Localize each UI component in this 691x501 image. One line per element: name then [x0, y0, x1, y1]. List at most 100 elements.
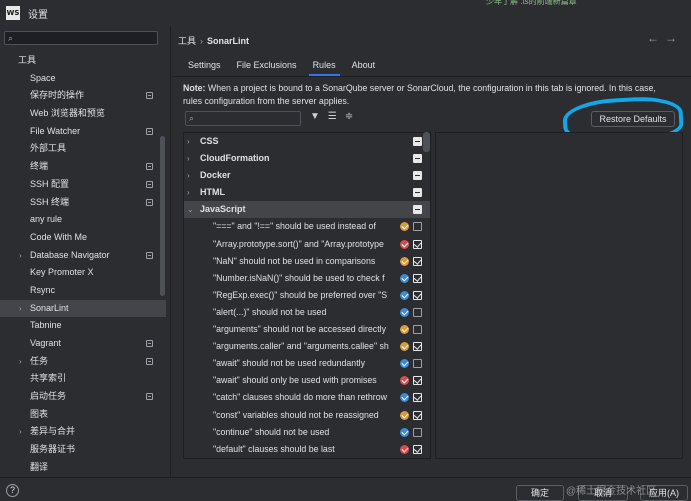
rule-row[interactable]: "RegExp.exec()" should be preferred over…	[184, 287, 430, 304]
rule-group-row[interactable]: ⌄ JavaScript	[184, 201, 430, 219]
rule-enabled-checkbox[interactable]	[413, 359, 422, 369]
tab-file-exclusions[interactable]: File Exclusions	[229, 54, 305, 76]
rule-label: "await" should only be used with promise…	[213, 375, 377, 386]
sidebar-item[interactable]: Code With Me	[0, 229, 166, 247]
help-icon[interactable]: ?	[6, 484, 19, 497]
group-partial-checkbox[interactable]	[413, 188, 422, 198]
sidebar-item[interactable]: Rsync	[0, 282, 166, 300]
rule-enabled-checkbox[interactable]	[413, 307, 422, 317]
chevron-right-icon[interactable]: ›	[187, 133, 190, 150]
chevron-right-icon[interactable]: ›	[19, 300, 22, 318]
rule-group-row[interactable]: › HTML	[184, 184, 430, 201]
sidebar-item[interactable]: File Watcher	[0, 123, 166, 141]
sidebar-item[interactable]: Web 浏览器和预览	[0, 105, 166, 123]
chevron-right-icon[interactable]: ›	[187, 167, 190, 184]
expand-all-icon[interactable]: ☰	[328, 111, 337, 122]
rule-group-row[interactable]: › CSS	[184, 133, 430, 150]
chevron-right-icon[interactable]: ›	[19, 423, 22, 441]
sidebar-item[interactable]: › 差异与合并	[0, 423, 166, 441]
sidebar-item[interactable]: SSH 配置	[0, 176, 166, 194]
sidebar-item-label: Rsync	[30, 284, 56, 295]
sidebar-item[interactable]: SSH 终端	[0, 194, 166, 212]
chevron-right-icon[interactable]: ›	[187, 150, 190, 167]
group-partial-checkbox[interactable]	[413, 154, 422, 164]
rule-enabled-checkbox[interactable]	[413, 256, 422, 266]
rule-row[interactable]: "await" should not be used redundantly	[184, 355, 430, 372]
rule-enabled-checkbox[interactable]	[413, 222, 422, 232]
sidebar-item[interactable]: Tabnine	[0, 317, 166, 335]
rule-group-row[interactable]: › CloudFormation	[184, 150, 430, 167]
sidebar-item-label: 工具	[18, 55, 37, 65]
rule-row[interactable]: "await" should only be used with promise…	[184, 372, 430, 389]
rule-enabled-checkbox[interactable]	[413, 410, 422, 420]
rule-enabled-checkbox[interactable]	[413, 290, 422, 300]
collapse-all-icon[interactable]: ≑	[345, 111, 353, 122]
chevron-right-icon[interactable]: ›	[187, 184, 190, 201]
rule-enabled-checkbox[interactable]	[413, 342, 422, 352]
group-partial-checkbox[interactable]	[413, 205, 422, 215]
rule-enabled-checkbox[interactable]	[413, 239, 422, 249]
rules-toolbar: ▼ ☰ ≑	[310, 111, 353, 122]
breadcrumb-separator: ›	[200, 36, 204, 46]
group-partial-checkbox[interactable]	[413, 137, 422, 146]
rule-enabled-checkbox[interactable]	[413, 444, 422, 454]
rule-row[interactable]: "Array.prototype.sort()" and "Array.prot…	[184, 236, 430, 253]
rule-row[interactable]: "===" and "!==" should be used instead o…	[184, 218, 430, 235]
sidebar-item[interactable]: 服务器证书	[0, 441, 166, 459]
sidebar-item[interactable]: 工具	[0, 52, 166, 70]
sidebar-item[interactable]: 启动任务	[0, 388, 166, 406]
sidebar-item-label: SSH 配置	[30, 178, 70, 189]
filter-icon[interactable]: ▼	[310, 111, 320, 122]
rule-row[interactable]: "NaN" should not be used in comparisons	[184, 253, 430, 270]
sidebar-item[interactable]: 共享索引	[0, 370, 166, 388]
sidebar-item[interactable]: 终端	[0, 158, 166, 176]
chevron-right-icon[interactable]: ›	[19, 353, 22, 371]
rule-row[interactable]: "arguments" should not be accessed direc…	[184, 321, 430, 338]
back-arrow-icon[interactable]: ←	[647, 31, 665, 45]
project-settings-icon	[146, 357, 153, 365]
sidebar-item[interactable]: Vagrant	[0, 335, 166, 353]
sidebar-item-label: 共享索引	[30, 373, 67, 384]
rule-enabled-checkbox[interactable]	[413, 427, 422, 437]
rule-enabled-checkbox[interactable]	[413, 393, 422, 403]
rule-label: "await" should not be used redundantly	[213, 358, 365, 369]
severity-critical-icon	[400, 376, 409, 386]
settings-search-input[interactable]: ⌕	[4, 31, 158, 45]
rule-row[interactable]: "catch" clauses should do more than reth…	[184, 389, 430, 406]
rule-enabled-checkbox[interactable]	[413, 325, 422, 335]
rule-group-row[interactable]: › Docker	[184, 167, 430, 184]
rule-row[interactable]: "continue" should not be used	[184, 424, 430, 441]
sidebar-item[interactable]: Key Promoter X	[0, 264, 166, 282]
rules-search-input[interactable]: ⌕	[185, 111, 301, 126]
window-title: 设置	[28, 9, 48, 21]
rule-row[interactable]: "default" clauses should be last	[184, 441, 430, 458]
sidebar-item[interactable]: › SonarLint	[0, 299, 166, 318]
rules-scrollbar[interactable]	[423, 132, 430, 152]
group-partial-checkbox[interactable]	[413, 171, 422, 181]
sidebar-item[interactable]: 保存时的操作	[0, 87, 166, 105]
tab-about[interactable]: About	[344, 54, 384, 76]
sidebar-item[interactable]: 翻译	[0, 459, 166, 477]
sidebar-item[interactable]: › 任务	[0, 353, 166, 371]
rule-row[interactable]: "arguments.caller" and "arguments.callee…	[184, 338, 430, 355]
rule-enabled-checkbox[interactable]	[413, 273, 422, 283]
sidebar-item[interactable]: Space	[0, 70, 166, 88]
forward-arrow-icon[interactable]: →	[665, 31, 683, 45]
sonarlint-tabs: Settings File Exclusions Rules About	[180, 54, 383, 76]
chevron-down-icon[interactable]: ⌄	[187, 201, 194, 218]
chevron-right-icon[interactable]: ›	[19, 247, 22, 265]
tab-rules[interactable]: Rules	[305, 54, 344, 76]
rule-enabled-checkbox[interactable]	[413, 376, 422, 386]
breadcrumb-parent[interactable]: 工具	[178, 36, 196, 46]
rule-row[interactable]: "const" variables should not be reassign…	[184, 407, 430, 424]
rule-row[interactable]: "alert(...)" should not be used	[184, 304, 430, 321]
project-settings-icon	[146, 251, 153, 259]
sidebar-item[interactable]: any rule	[0, 211, 166, 229]
sidebar-item[interactable]: 图表	[0, 406, 166, 424]
ok-button[interactable]: 确定	[516, 485, 564, 501]
sidebar-scrollbar[interactable]	[160, 136, 165, 296]
rule-row[interactable]: "Number.isNaN()" should be used to check…	[184, 270, 430, 287]
sidebar-item[interactable]: 外部工具	[0, 140, 166, 158]
tab-settings[interactable]: Settings	[180, 54, 229, 76]
sidebar-item[interactable]: › Database Navigator	[0, 247, 166, 265]
